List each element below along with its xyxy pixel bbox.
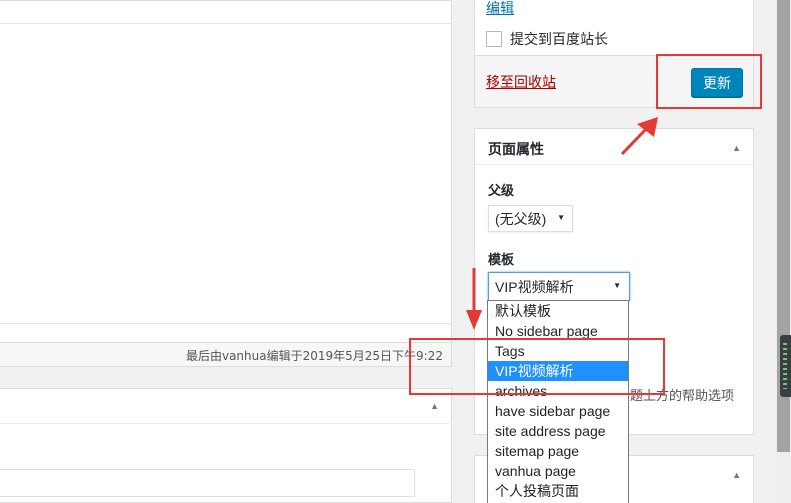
annotation-arrows [466, 117, 658, 330]
annotation-arrow-down-icon [466, 268, 482, 330]
annotation-arrow-up-right-icon [620, 117, 658, 156]
